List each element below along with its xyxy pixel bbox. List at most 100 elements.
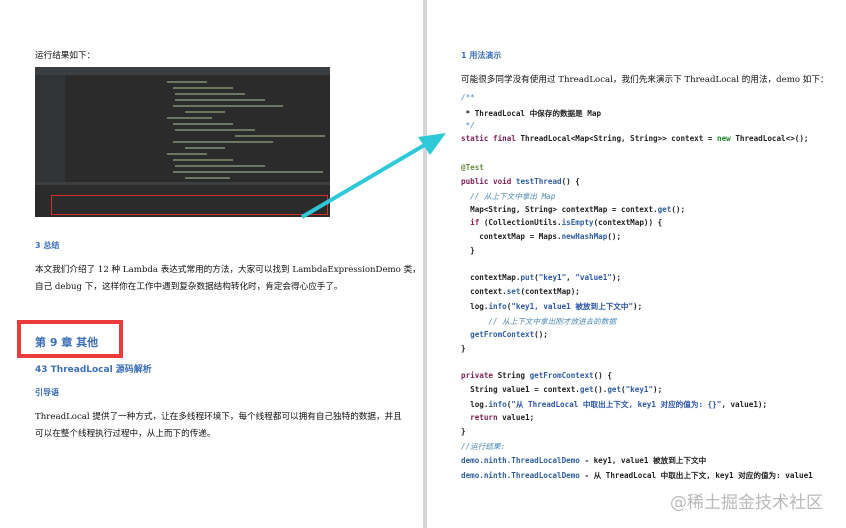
code-token: (). [593,385,608,394]
ide-tab-bar [35,67,330,75]
ide-code-line [167,153,207,155]
code-token: "key1" [538,273,567,282]
code-token: getFromContext [529,371,594,380]
left-page: 运行结果如下： 3 总结 本文我们介绍了 12 种 Lambda 表达式常用的方… [0,0,423,528]
summary-heading: 3 总结 [35,241,60,250]
code-token: - 从 ThreadLocal 中取出上下文, key1 对应的值为: valu… [579,471,813,480]
code-line: } [461,344,466,353]
watermark: @稀土掘金技术社区 [670,493,823,513]
code-token: info [488,302,507,311]
usage-intro: 可能很多同学没有使用过 ThreadLocal，我们先来演示下 ThreadLo… [461,75,829,85]
code-token: log. [461,302,489,311]
code-token: } [461,344,466,353]
code-token: private [461,371,498,380]
code-token: "key1, value1 被放到上下文中" [511,302,634,311]
usage-heading: 1 用法演示 [461,51,502,60]
code-line: return value1; [461,413,534,422]
code-line: demo.ninth.ThreadLocalDemo - 从 ThreadLoc… [461,470,813,481]
section-title: 43 ThreadLocal 源码解析 [35,365,152,375]
code-token: demo.ninth.ThreadLocalDemo [461,456,580,465]
intro-heading: 引导语 [35,388,59,397]
code-token: return [461,413,503,422]
code-token: value1; [502,413,535,422]
code-token: newHashMap [561,232,608,241]
code-token: "从 ThreadLocal 中取出上下文, key1 对应的值为: {}" [511,400,722,409]
code-line: /** [461,93,475,102]
code-token: () { [561,177,580,186]
code-token: @Test [461,163,484,172]
summary-paragraph-line: 自己 debug 下，这样你在工作中遇到复杂数据结构转化时，肯定会得心应手了。 [35,282,343,292]
code-token: public void [461,177,516,186]
code-token: (); [607,232,622,241]
code-line: static final ThreadLocal<Map<String, Str… [461,134,808,143]
ide-code-line [185,111,225,113]
code-token: ); [611,273,622,282]
code-token: ThreadLocal<>(); [735,134,809,143]
code-line: contextMap = Maps.newHashMap(); [461,232,621,241]
ide-console [35,182,330,217]
code-token: context. [461,287,507,296]
arrow-icon [300,133,446,219]
ide-code-line [167,81,207,83]
code-token: contextMap. [461,273,521,282]
ide-code-line [173,159,233,161]
code-token: - key1, value1 被放到上下文中 [579,456,707,465]
code-token: put [520,273,535,282]
code-line: context.set(contextMap); [461,287,580,296]
code-line: * ThreadLocal 中保存的数据是 Map [461,108,601,119]
ide-code-line [175,129,255,131]
code-token: () { [593,371,612,380]
code-token: info [488,400,507,409]
code-token: isEmpty [561,218,594,227]
code-token: , [566,273,576,282]
code-token: ThreadLocal<Map<String, String>> context… [520,134,718,143]
code-token: * ThreadLocal 中保存的数据是 Map [461,109,602,118]
code-token: get [579,385,594,394]
code-token: //运行结果: [461,442,506,451]
code-token: // 从上下文中拿出 Map [461,192,556,201]
code-token: get [657,205,672,214]
ide-code-line [173,141,273,143]
code-token: "value1" [575,273,612,282]
code-token: getFromContext [461,330,535,339]
code-token: ); [653,385,663,394]
ide-code-line [173,123,233,125]
code-line: @Test [461,163,484,172]
code-token: /** [461,93,475,102]
run-result-label: 运行结果如下： [35,51,96,61]
code-token: ); [633,302,643,311]
chapter-title: 第 9 章 其他 [35,336,99,349]
intro-paragraph-line: 可以在整个线程执行过程中，从上而下的传递。 [35,429,216,439]
ide-code-line [173,105,283,107]
ide-code-line [175,99,265,101]
ide-code-line [185,177,230,179]
ide-code-line [175,165,265,167]
code-token: } [461,246,475,255]
code-line: private String getFromContext() { [461,371,612,380]
code-line: log.info("从 ThreadLocal 中取出上下文, key1 对应的… [461,399,767,410]
ide-code-line [175,93,245,95]
ide-screenshot-image [35,67,330,217]
code-token: (contextMap)) { [593,218,663,227]
code-line: //运行结果: [461,441,505,452]
code-token: // 从上下文中拿出刚才放进去的数据 [461,317,617,326]
code-line: // 从上下文中拿出 Map [461,191,555,202]
ide-code-line [167,117,212,119]
code-line: Map<String, String> contextMap = context… [461,205,685,214]
ide-code-line [185,147,225,149]
code-line: public void testThread() { [461,177,580,186]
code-token: Map<String, String> contextMap = context… [461,205,658,214]
console-highlight-box [51,195,328,215]
code-token: contextMap = Maps. [461,232,562,241]
code-line: getFromContext(); [461,330,548,339]
code-token: new [717,134,736,143]
code-line: } [461,246,475,255]
right-page: 1 用法演示 可能很多同学没有使用过 ThreadLocal，我们先来演示下 T… [427,0,846,528]
code-token: if [461,218,484,227]
summary-paragraph-line: 本文我们介绍了 12 种 Lambda 表达式常用的方法，大家可以找到 Lamb… [35,265,421,275]
code-token: String value1 = context. [461,385,580,394]
code-token: (); [534,330,548,339]
code-line: */ [461,121,475,130]
code-token: log. [461,400,489,409]
code-line: log.info("key1, value1 被放到上下文中"); [461,301,642,312]
